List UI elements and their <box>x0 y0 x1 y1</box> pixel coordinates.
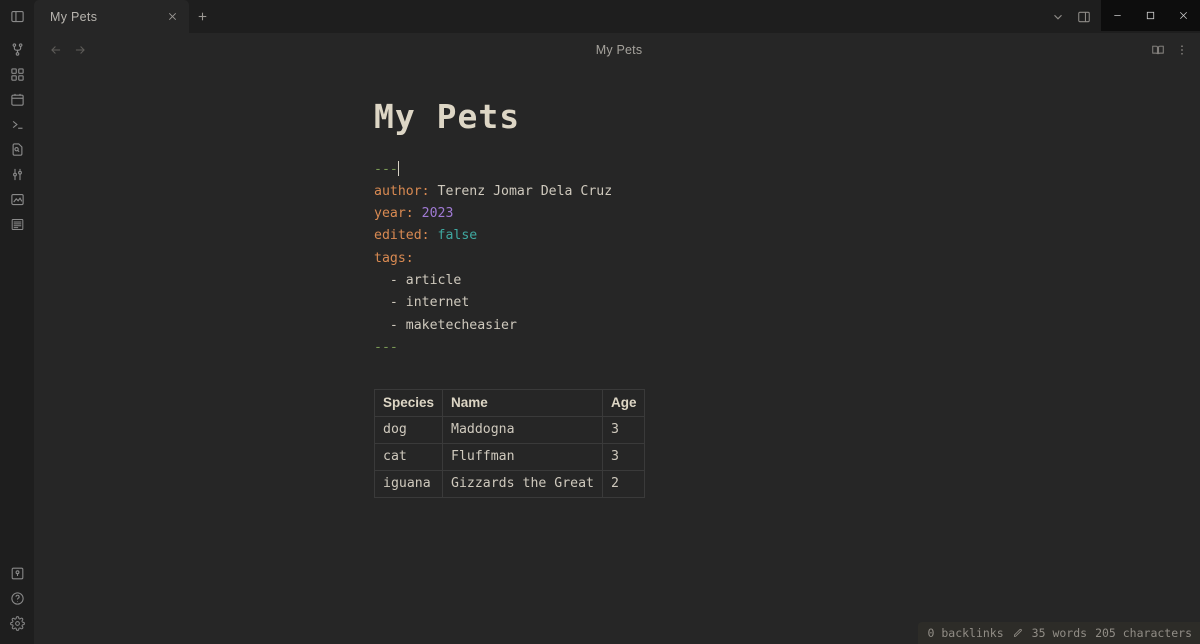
left-ribbon <box>0 0 34 644</box>
table-header-row: Species Name Age <box>375 390 645 417</box>
editor-content[interactable]: My Pets --- author: Terenz Jomar Dela Cr… <box>34 67 1200 498</box>
calendar-icon[interactable] <box>4 87 30 112</box>
vault-key-icon[interactable] <box>4 561 30 586</box>
field-key: year: <box>374 206 414 221</box>
window-controls <box>1101 0 1200 31</box>
tab-my-pets[interactable]: My Pets <box>34 0 189 33</box>
field-key: author: <box>374 184 430 199</box>
frontmatter-close-dashes: --- <box>374 337 1200 359</box>
status-bar: 0 backlinks 35 words 205 characters <box>918 622 1200 644</box>
cell-species[interactable]: iguana <box>375 471 443 498</box>
gear-icon[interactable] <box>4 611 30 636</box>
field-key: edited: <box>374 228 430 243</box>
chevron-down-icon[interactable] <box>1045 0 1071 33</box>
forward-arrow-icon[interactable] <box>68 38 92 62</box>
sliders-icon[interactable] <box>4 162 30 187</box>
tab-title: My Pets <box>50 10 163 24</box>
view-header-nav <box>44 38 92 62</box>
table-row[interactable]: dog Maddogna 3 <box>375 417 645 444</box>
frontmatter-field-year: year: 2023 <box>374 203 1200 225</box>
frontmatter-tag-item: - article <box>374 270 1200 292</box>
frontmatter-block[interactable]: --- author: Terenz Jomar Dela Cruz year:… <box>374 159 1200 360</box>
cell-name[interactable]: Gizzards the Great <box>443 471 603 498</box>
pets-table-head: Species Name Age <box>375 390 645 417</box>
cell-species[interactable]: cat <box>375 444 443 471</box>
sidebar-right-toggle-icon[interactable] <box>1071 0 1097 33</box>
minimize-button[interactable] <box>1101 0 1134 31</box>
tab-bar: My Pets <box>34 0 1200 33</box>
field-value: Terenz Jomar Dela Cruz <box>430 184 613 199</box>
word-count[interactable]: 35 words <box>1032 626 1087 640</box>
table-row[interactable]: iguana Gizzards the Great 2 <box>375 471 645 498</box>
terminal-icon[interactable] <box>4 112 30 137</box>
character-count[interactable]: 205 characters <box>1095 626 1192 640</box>
document-title: My Pets <box>374 97 1200 137</box>
back-arrow-icon[interactable] <box>44 38 68 62</box>
close-button[interactable] <box>1167 0 1200 31</box>
tab-bar-drag-region <box>215 0 1045 33</box>
table-row[interactable]: cat Fluffman 3 <box>375 444 645 471</box>
new-tab-button[interactable] <box>189 0 215 33</box>
close-icon[interactable] <box>163 8 181 26</box>
sidebar-left-toggle-icon[interactable] <box>4 4 30 29</box>
field-value: false <box>430 228 478 243</box>
backlinks-count[interactable]: 0 backlinks <box>928 626 1004 640</box>
frontmatter-tag-item: - maketecheasier <box>374 315 1200 337</box>
view-header-actions <box>1146 38 1194 62</box>
obsidian-window: My Pets <box>0 0 1200 644</box>
image-icon[interactable] <box>4 187 30 212</box>
git-branch-icon[interactable] <box>4 37 30 62</box>
file-search-icon[interactable] <box>4 137 30 162</box>
frontmatter-open-dashes: --- <box>374 162 398 177</box>
column-header-species: Species <box>375 390 443 417</box>
cell-name[interactable]: Fluffman <box>443 444 603 471</box>
column-header-age: Age <box>602 390 645 417</box>
layout-grid-icon[interactable] <box>4 62 30 87</box>
ribbon-bottom-list <box>4 561 30 644</box>
pets-table-body: dog Maddogna 3 cat Fluffman 3 iguana Giz… <box>375 417 645 498</box>
column-header-name: Name <box>443 390 603 417</box>
pets-table: Species Name Age dog Maddogna 3 cat <box>374 389 645 498</box>
view-header: My Pets <box>34 33 1200 67</box>
field-key: tags: <box>374 251 414 266</box>
reading-view-icon[interactable] <box>1146 38 1170 62</box>
more-options-icon[interactable] <box>1170 38 1194 62</box>
pencil-icon <box>1012 627 1024 639</box>
main-column: My Pets <box>34 0 1200 644</box>
frontmatter-field-author: author: Terenz Jomar Dela Cruz <box>374 181 1200 203</box>
help-circle-icon[interactable] <box>4 586 30 611</box>
cell-age[interactable]: 3 <box>602 417 645 444</box>
ribbon-icon-list <box>4 33 30 237</box>
view-header-title[interactable]: My Pets <box>92 43 1146 57</box>
frontmatter-field-edited: edited: false <box>374 225 1200 247</box>
ribbon-top-slot <box>0 0 34 33</box>
cell-age[interactable]: 3 <box>602 444 645 471</box>
tab-bar-right-actions <box>1045 0 1101 33</box>
maximize-button[interactable] <box>1134 0 1167 31</box>
cell-species[interactable]: dog <box>375 417 443 444</box>
frontmatter-field-tags: tags: <box>374 248 1200 270</box>
cell-name[interactable]: Maddogna <box>443 417 603 444</box>
field-value: 2023 <box>414 206 454 221</box>
cell-age[interactable]: 2 <box>602 471 645 498</box>
editor-scroll-area[interactable]: My Pets --- author: Terenz Jomar Dela Cr… <box>34 67 1200 644</box>
frontmatter-open-line: --- <box>374 159 1200 181</box>
text-lines-icon[interactable] <box>4 212 30 237</box>
frontmatter-tag-item: - internet <box>374 292 1200 314</box>
